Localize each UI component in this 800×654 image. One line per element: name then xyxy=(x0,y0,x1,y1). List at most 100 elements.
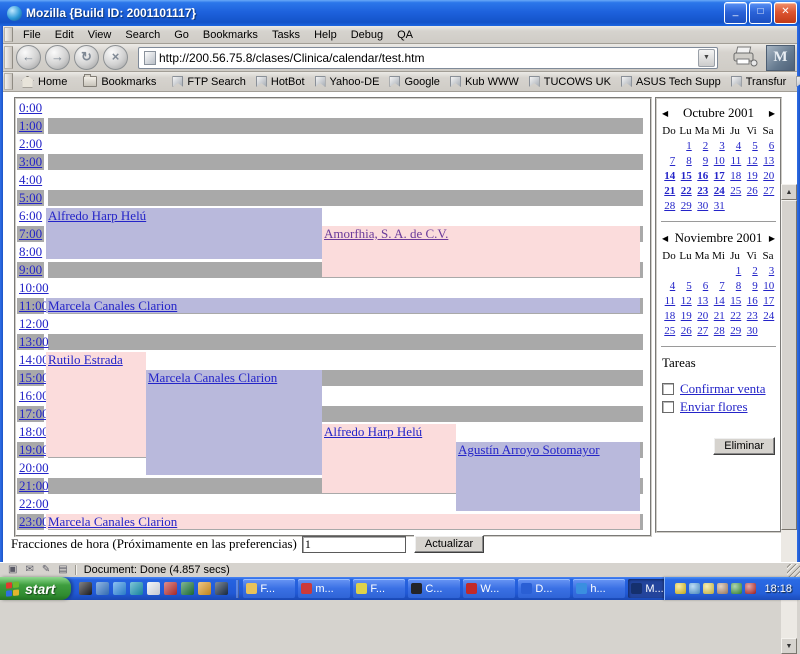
taskbar-button[interactable]: F... xyxy=(353,579,405,598)
date-link[interactable]: 27 xyxy=(763,185,774,197)
task-link[interactable]: Enviar flores xyxy=(680,399,748,415)
globe-icon[interactable] xyxy=(96,582,109,595)
hour-link-11-00[interactable]: 11:00 xyxy=(19,298,48,314)
network-icon[interactable] xyxy=(689,583,700,594)
date-link[interactable]: 22 xyxy=(681,185,692,197)
bookmark-item-ftp-search[interactable]: FTP Search xyxy=(167,76,251,88)
date-link[interactable]: 7 xyxy=(719,280,725,292)
date-link[interactable]: 17 xyxy=(714,170,725,182)
date-link[interactable]: 7 xyxy=(670,155,676,167)
event-link[interactable]: Alfredo Harp Helú xyxy=(46,208,146,223)
hour-link-22-00[interactable]: 22:00 xyxy=(19,496,49,512)
menu-search[interactable]: Search xyxy=(118,27,167,43)
date-link[interactable]: 14 xyxy=(714,295,725,307)
green-shield-icon[interactable] xyxy=(731,583,742,594)
date-link[interactable]: 6 xyxy=(703,280,709,292)
date-link[interactable]: 18 xyxy=(664,310,675,322)
next-month-icon[interactable]: ▶ xyxy=(767,109,777,118)
hour-link-2-00[interactable]: 2:00 xyxy=(19,136,42,152)
bookmark-item-asus-tech-supp[interactable]: ASUS Tech Supp xyxy=(616,76,726,88)
date-link[interactable]: 13 xyxy=(763,155,774,167)
event-link[interactable]: Agustín Arroyo Sotomayor xyxy=(456,442,600,457)
hour-link-5-00[interactable]: 5:00 xyxy=(19,190,42,206)
hour-link-17-00[interactable]: 17:00 xyxy=(19,406,49,422)
date-link[interactable]: 24 xyxy=(714,185,725,197)
back-button[interactable]: ← xyxy=(16,45,41,70)
bookmark-item-transfur[interactable]: Transfur xyxy=(726,76,792,88)
hour-link-3-00[interactable]: 3:00 xyxy=(19,154,42,170)
update-button[interactable]: Actualizar xyxy=(414,535,484,553)
hour-link-14-00[interactable]: 14:00 xyxy=(19,352,49,368)
date-link[interactable]: 12 xyxy=(747,155,758,167)
navigator-icon[interactable]: ▣ xyxy=(4,563,21,577)
bookmark-item-home[interactable]: Home xyxy=(16,76,72,88)
date-link[interactable]: 20 xyxy=(697,310,708,322)
scrollbar-thumb[interactable] xyxy=(781,200,797,530)
date-link[interactable]: 26 xyxy=(747,185,758,197)
orange-app-icon[interactable] xyxy=(198,582,211,595)
date-link[interactable]: 4 xyxy=(670,280,676,292)
date-link[interactable]: 28 xyxy=(664,200,675,212)
stop-button[interactable]: × xyxy=(103,45,128,70)
hour-link-15-00[interactable]: 15:00 xyxy=(19,370,49,386)
url-input[interactable] xyxy=(159,51,698,65)
date-link[interactable]: 2 xyxy=(752,265,758,277)
hour-link-21-00[interactable]: 21:00 xyxy=(19,478,49,494)
taskbar-button[interactable]: m... xyxy=(298,579,350,598)
red-book-icon[interactable] xyxy=(745,583,756,594)
scroll-up-arrow-icon[interactable]: ▲ xyxy=(781,184,797,200)
teal-circle-icon[interactable] xyxy=(130,582,143,595)
menu-edit[interactable]: Edit xyxy=(48,27,81,43)
date-link[interactable]: 21 xyxy=(664,185,675,197)
date-link[interactable]: 13 xyxy=(697,295,708,307)
hour-link-16-00[interactable]: 16:00 xyxy=(19,388,49,404)
date-link[interactable]: 26 xyxy=(681,325,692,337)
event-link[interactable]: Amorfhia, S. A. de C.V. xyxy=(322,226,448,241)
bookmark-item-bookmarks[interactable]: Bookmarks xyxy=(78,76,161,88)
green-app-icon[interactable] xyxy=(181,582,194,595)
date-link[interactable]: 31 xyxy=(714,200,725,212)
menu-file[interactable]: File xyxy=(16,27,48,43)
date-link[interactable]: 8 xyxy=(686,155,692,167)
event-link[interactable]: Rutilo Estrada xyxy=(46,352,123,367)
date-link[interactable]: 24 xyxy=(763,310,774,322)
event-link[interactable]: Marcela Canales Clarion xyxy=(146,370,277,385)
taskbar-button[interactable]: h... xyxy=(573,579,625,598)
bookmark-item-yahoo-de[interactable]: Yahoo-DE xyxy=(310,76,385,88)
menu-tasks[interactable]: Tasks xyxy=(265,27,307,43)
date-link[interactable]: 28 xyxy=(714,325,725,337)
task-checkbox[interactable] xyxy=(662,383,674,395)
date-link[interactable]: 29 xyxy=(681,200,692,212)
hour-link-18-00[interactable]: 18:00 xyxy=(19,424,49,440)
menu-bookmarks[interactable]: Bookmarks xyxy=(196,27,265,43)
resize-gripper[interactable] xyxy=(787,564,800,577)
task-link[interactable]: Confirmar venta xyxy=(680,381,766,397)
red-player-icon[interactable] xyxy=(164,582,177,595)
date-link[interactable]: 11 xyxy=(731,155,742,167)
task-checkbox[interactable] xyxy=(662,401,674,413)
hour-link-13-00[interactable]: 13:00 xyxy=(19,334,49,350)
sun-icon[interactable] xyxy=(675,583,686,594)
next-month-icon[interactable]: ▶ xyxy=(767,234,777,243)
reload-button[interactable]: ↻ xyxy=(74,45,99,70)
hour-link-4-00[interactable]: 4:00 xyxy=(19,172,42,188)
date-link[interactable]: 5 xyxy=(752,140,758,152)
delete-task-button[interactable]: Eliminar xyxy=(713,437,775,455)
event-link[interactable]: Alfredo Harp Helú xyxy=(322,424,422,439)
date-link[interactable]: 21 xyxy=(714,310,725,322)
hour-link-23-00[interactable]: 23:00 xyxy=(19,514,49,530)
date-link[interactable]: 30 xyxy=(697,200,708,212)
hour-fractions-input[interactable] xyxy=(302,536,406,553)
date-link[interactable]: 12 xyxy=(681,295,692,307)
event-link[interactable]: Marcela Canales Clarion xyxy=(46,298,177,313)
date-link[interactable]: 25 xyxy=(664,325,675,337)
date-link[interactable]: 23 xyxy=(747,310,758,322)
taskbar-button[interactable]: M... xyxy=(628,579,664,598)
menu-help[interactable]: Help xyxy=(307,27,344,43)
hour-link-6-00[interactable]: 6:00 xyxy=(19,208,42,224)
event-link[interactable]: Marcela Canales Clarion xyxy=(46,514,177,529)
hour-link-1-00[interactable]: 1:00 xyxy=(19,118,42,134)
date-link[interactable]: 29 xyxy=(730,325,741,337)
taskbar-button[interactable]: C... xyxy=(408,579,460,598)
date-link[interactable]: 4 xyxy=(736,140,742,152)
